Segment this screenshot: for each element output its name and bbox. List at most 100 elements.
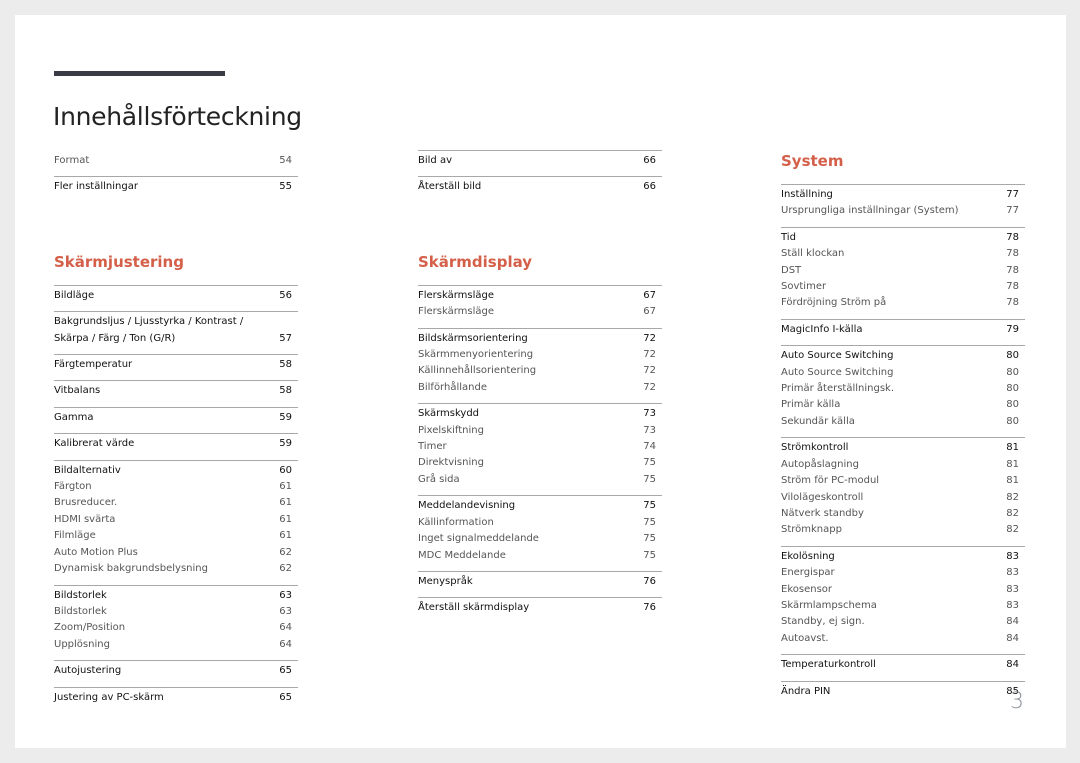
toc-subentry[interactable]: Ursprungliga inställningar (System) 77 <box>781 203 1025 219</box>
toc-subentry[interactable]: DST 78 <box>781 263 1025 279</box>
toc-subentry[interactable]: Källinformation 75 <box>418 515 662 531</box>
toc-group: Auto Source Switching 80 Auto Source Switc… <box>781 345 1025 437</box>
toc-entry-label: Format <box>54 155 90 166</box>
toc-entry[interactable]: Temperaturkontroll 84 <box>781 657 1025 673</box>
toc-entry[interactable]: Bakgrundsljus / Ljusstyrka / Kontrast / … <box>54 314 298 347</box>
toc-entry[interactable]: Tid 78 <box>781 230 1025 246</box>
toc-group: Återställ bild 66 <box>418 176 662 202</box>
toc-entry-page: 61 <box>279 481 292 493</box>
toc-subentry[interactable]: Bildstorlek 63 <box>54 604 298 620</box>
toc-subentry[interactable]: Ställ klockan 78 <box>781 246 1025 262</box>
toc-entry[interactable]: Flerskärmsläge 67 <box>418 288 662 304</box>
toc-subentry[interactable]: HDMI svärta 61 <box>54 512 298 528</box>
toc-entry-page: 78 <box>1006 231 1019 243</box>
toc-subentry[interactable]: Skärmmenyorientering 72 <box>418 347 662 363</box>
toc-subentry[interactable]: Autopåslagning 81 <box>781 457 1025 473</box>
toc-entry-label: Autojustering <box>54 665 122 677</box>
toc-subentry[interactable]: Sekundär källa 80 <box>781 414 1025 430</box>
toc-subentry[interactable]: Format 54 <box>54 153 298 169</box>
toc-entry[interactable]: Inställning 77 <box>781 187 1025 203</box>
toc-entry-label: Ekolösning <box>781 550 835 562</box>
toc-group: Ändra PIN 85 <box>781 680 1025 707</box>
toc-subentry[interactable]: Brusreducer. 61 <box>54 495 298 511</box>
toc-entry[interactable]: Auto Source Switching 80 <box>781 348 1025 364</box>
toc-entry[interactable]: Återställ bild 66 <box>418 179 662 195</box>
toc-subentry[interactable]: Flerskärmsläge 67 <box>418 304 662 320</box>
toc-entry-page: 63 <box>279 589 292 601</box>
toc-entry[interactable]: Gamma 59 <box>54 410 298 426</box>
toc-subentry[interactable]: Ekosensor 83 <box>781 582 1025 598</box>
toc-entry-label: Auto Motion Plus <box>54 546 138 558</box>
toc-subentry[interactable]: Standby, ej sign. 84 <box>781 614 1025 630</box>
toc-entry[interactable]: Skärmskydd 73 <box>418 406 662 422</box>
title-accent-bar <box>54 71 225 76</box>
toc-group: Meddelandevisning 75 Källinformation 75 Inge… <box>418 495 662 571</box>
toc-column-3: System Inställning 77 Ursprungliga inställn… <box>781 150 1025 707</box>
toc-subentry[interactable]: Nätverk standby 82 <box>781 506 1025 522</box>
toc-subentry[interactable]: Färgton 61 <box>54 479 298 495</box>
toc-group: Justering av PC-skärm 65 <box>54 686 298 713</box>
toc-entry-label: Standby, ej sign. <box>781 616 865 628</box>
toc-subentry[interactable]: Ström för PC-modul 81 <box>781 473 1025 489</box>
toc-entry-label: Flerskärmsläge <box>418 289 495 301</box>
toc-subentry[interactable]: Fördröjning Ström på 78 <box>781 295 1025 311</box>
toc-entry[interactable]: MagicInfo I-källa 79 <box>781 322 1025 338</box>
toc-entry[interactable]: Bildalternativ 60 <box>54 463 298 479</box>
toc-group: Fler inställningar 55 <box>54 176 298 202</box>
toc-subentry[interactable]: Auto Motion Plus 62 <box>54 545 298 561</box>
toc-subentry[interactable]: Vilolägeskontroll 82 <box>781 490 1025 506</box>
toc-entry-label: Autoavst. <box>781 632 829 644</box>
toc-entry[interactable]: Bild av 66 <box>418 153 662 169</box>
toc-entry[interactable]: Ändra PIN 85 <box>781 684 1025 700</box>
toc-entry-page: 77 <box>1006 205 1019 217</box>
toc-entry[interactable]: Färgtemperatur 58 <box>54 357 298 373</box>
toc-subentry[interactable]: Dynamisk bakgrundsbelysning 62 <box>54 561 298 577</box>
toc-entry-label: Menyspråk <box>418 575 473 587</box>
toc-entry[interactable]: Fler inställningar 55 <box>54 179 298 195</box>
toc-entry-page: 81 <box>1006 458 1019 470</box>
toc-subentry[interactable]: Strömknapp 82 <box>781 522 1025 538</box>
toc-entry[interactable]: Menyspråk 76 <box>418 574 662 590</box>
toc-group: Bildstorlek 63 Bildstorlek 63 Zoom/Position 6… <box>54 584 298 661</box>
toc-subentry[interactable]: Timer 74 <box>418 439 662 455</box>
toc-subentry[interactable]: Källinnehållsorientering 72 <box>418 363 662 379</box>
toc-subentry[interactable]: Grå sida 75 <box>418 472 662 488</box>
toc-subentry[interactable]: Filmläge 61 <box>54 528 298 544</box>
toc-entry[interactable]: Strömkontroll 81 <box>781 440 1025 456</box>
toc-subentry[interactable]: Skärmlampschema 83 <box>781 598 1025 614</box>
toc-group: Strömkontroll 81 Autopåslagning 81 Ström för… <box>781 437 1025 545</box>
toc-entry[interactable]: Vitbalans 58 <box>54 383 298 399</box>
toc-entry[interactable]: Bildstorlek 63 <box>54 588 298 604</box>
toc-entry[interactable]: Återställ skärmdisplay 76 <box>418 600 662 616</box>
toc-entry[interactable]: Justering av PC-skärm 65 <box>54 690 298 706</box>
toc-entry-label: Auto Source Switching <box>781 366 894 378</box>
toc-subentry[interactable]: Primär källa 80 <box>781 397 1025 413</box>
toc-group: Bildskärmsorientering 72 Skärmmenyorienter… <box>418 327 662 404</box>
toc-subentry[interactable]: Sovtimer 78 <box>781 279 1025 295</box>
toc-entry[interactable]: Kalibrerat värde 59 <box>54 436 298 452</box>
toc-entry-label: Gamma <box>54 411 94 423</box>
toc-subentry[interactable]: Upplösning 64 <box>54 637 298 653</box>
toc-subentry[interactable]: Primär återställningsk. 80 <box>781 381 1025 397</box>
toc-entry-label: Färgton <box>54 481 92 493</box>
toc-group: Färgtemperatur 58 <box>54 354 298 380</box>
toc-subentry[interactable]: Direktvisning 75 <box>418 455 662 471</box>
toc-subentry[interactable]: Inget signalmeddelande 75 <box>418 531 662 547</box>
toc-entry[interactable]: Ekolösning 83 <box>781 549 1025 565</box>
toc-subentry[interactable]: Energispar 83 <box>781 565 1025 581</box>
toc-entry-label: Fler inställningar <box>54 181 138 193</box>
toc-subentry[interactable]: MDC Meddelande 75 <box>418 548 662 564</box>
toc-subentry[interactable]: Auto Source Switching 80 <box>781 365 1025 381</box>
toc-subentry[interactable]: Zoom/Position 64 <box>54 620 298 636</box>
toc-entry[interactable]: Bildskärmsorientering 72 <box>418 331 662 347</box>
toc-entry[interactable]: Meddelandevisning 75 <box>418 498 662 514</box>
toc-entry[interactable]: Autojustering 65 <box>54 663 298 679</box>
toc-entry-label: Vilolägeskontroll <box>781 491 864 503</box>
toc-subentry[interactable]: Autoavst. 84 <box>781 631 1025 647</box>
toc-subentry[interactable]: Bilförhållande 72 <box>418 380 662 396</box>
toc-entry[interactable]: Bildläge 56 <box>54 288 298 304</box>
toc-entry-page: 80 <box>1006 415 1019 427</box>
toc-subentry[interactable]: Pixelskiftning 73 <box>418 423 662 439</box>
